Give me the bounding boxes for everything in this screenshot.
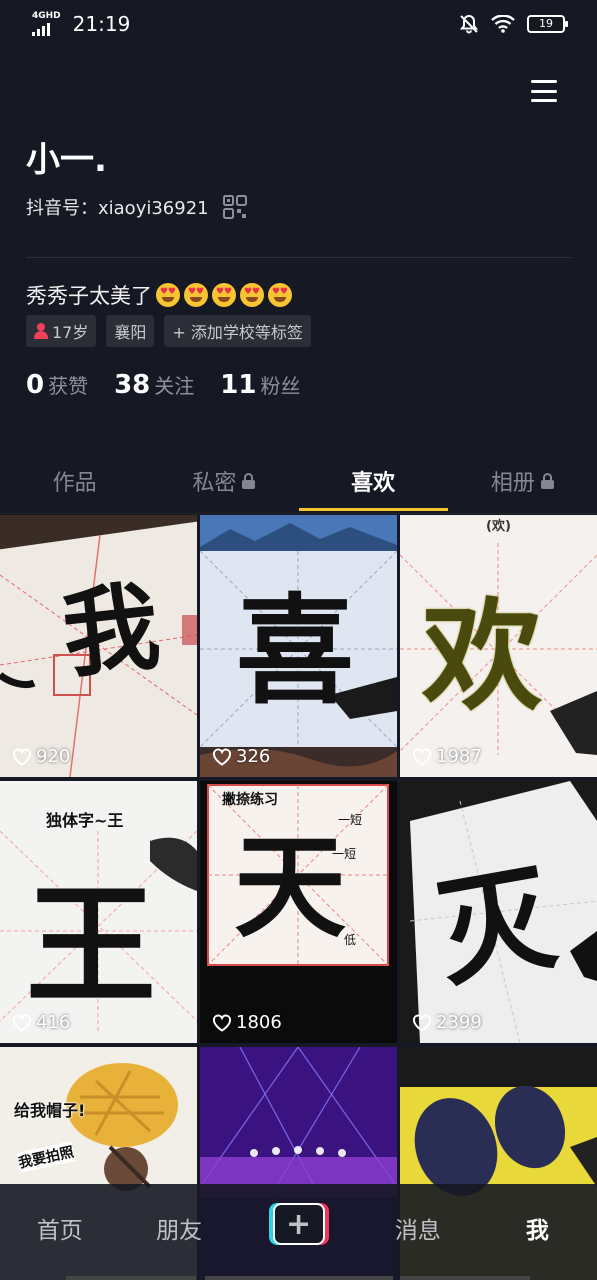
age-label: 17岁 [52, 323, 89, 342]
calligraphy-character: 天 [234, 822, 346, 953]
status-bar: 4GHD 21:19 19 [0, 0, 597, 48]
divider [26, 257, 572, 258]
tab-private[interactable]: 私密 [149, 448, 298, 513]
heart-eyes-emoji-icon [240, 283, 264, 307]
likes-count: 1987 [436, 746, 482, 767]
nav-me[interactable]: 我 [478, 1211, 597, 1253]
profile-stats: 0 获赞 38 关注 11 粉丝 [26, 370, 300, 400]
heart-icon [13, 748, 31, 766]
likes-count: 1806 [236, 1012, 282, 1033]
tab-album-label: 相册 [490, 470, 535, 496]
bell-off-icon [459, 14, 479, 34]
tab-private-label: 私密 [192, 470, 237, 496]
profile-tags: 17岁 襄阳 + 添加学校等标签 [26, 315, 311, 347]
video-thumbnail[interactable]: 灭 2399 [400, 781, 597, 1043]
heart-icon [13, 1014, 31, 1032]
calligraphy-character: 我 [57, 569, 165, 692]
status-time: 21:19 [72, 12, 131, 36]
video-thumbnail[interactable]: 独体字~王 王 416 [0, 781, 197, 1043]
tab-album[interactable]: 相册 [448, 448, 597, 513]
bio-text: 秀秀子太美了 [26, 284, 152, 308]
video-likes: 2399 [412, 1012, 482, 1033]
heart-icon [213, 1014, 231, 1032]
following-count: 38 [114, 370, 151, 400]
battery-icon: 19 [527, 15, 568, 33]
nav-home[interactable]: 首页 [0, 1211, 119, 1253]
video-likes: 1806 [212, 1012, 282, 1033]
heart-eyes-emoji-icon [268, 283, 292, 307]
heart-eyes-emoji-icon [184, 283, 208, 307]
likes-count: 2399 [436, 1012, 482, 1033]
heart-eyes-emoji-icon [212, 283, 236, 307]
tab-liked[interactable]: 喜欢 [298, 448, 449, 513]
gesture-bar [205, 1276, 393, 1280]
add-school-label: + 添加学校等标签 [172, 323, 303, 342]
heart-icon [413, 748, 431, 766]
video-thumbnail[interactable]: 撇捺练习 一短 一短 低 天 1806 [200, 781, 397, 1043]
lock-icon [242, 472, 256, 489]
gesture-bar [66, 1276, 196, 1280]
network-type: 4GHD [32, 11, 61, 21]
nav-home-label: 首页 [36, 1218, 83, 1244]
plus-glyph: + [272, 1203, 325, 1245]
video-thumbnail[interactable]: (欢) 欢 1987 [400, 515, 597, 777]
calligraphy-character: 喜 [236, 581, 355, 720]
menu-icon[interactable] [530, 78, 558, 104]
profile-name: 小一. [26, 140, 107, 180]
nav-friends-label: 朋友 [156, 1218, 203, 1244]
video-likes: 326 [212, 746, 270, 767]
nav-me-label: 我 [525, 1218, 549, 1244]
heart-icon [413, 1014, 431, 1032]
video-likes: 920 [12, 746, 70, 767]
female-person-icon [34, 323, 48, 339]
video-thumbnail[interactable]: 我 920 [0, 515, 197, 777]
following-stat[interactable]: 38 关注 [114, 370, 194, 400]
likes-count: 0 [26, 370, 45, 400]
video-thumbnail[interactable]: 喜 326 [200, 515, 397, 777]
douyin-id-row: 抖音号：xiaoyi36921 [26, 194, 247, 220]
thumbnail-caption: 独体字~王 [46, 811, 124, 830]
tab-works[interactable]: 作品 [0, 448, 149, 513]
battery-level: 19 [539, 17, 553, 30]
bottom-nav: 首页 朋友 + 消息 我 [0, 1184, 597, 1280]
tab-liked-label: 喜欢 [351, 470, 396, 496]
add-school-tag-button[interactable]: + 添加学校等标签 [164, 315, 311, 347]
followers-count: 11 [220, 370, 257, 400]
likes-count: 920 [36, 746, 71, 767]
followers-stat[interactable]: 11 粉丝 [220, 370, 300, 400]
city-label: 襄阳 [114, 323, 147, 342]
likes-label: 获赞 [48, 374, 89, 398]
following-label: 关注 [154, 374, 195, 398]
age-tag: 17岁 [26, 315, 97, 347]
gesture-bar [400, 1276, 530, 1280]
thumbnail-caption: 给我帽子! [14, 1101, 86, 1120]
nav-messages[interactable]: 消息 [358, 1211, 477, 1253]
nav-messages-label: 消息 [394, 1218, 441, 1244]
likes-count: 326 [236, 746, 271, 767]
video-likes: 1987 [412, 746, 482, 767]
nav-friends[interactable]: 朋友 [119, 1211, 238, 1253]
video-likes: 416 [12, 1012, 70, 1033]
profile-tabs: 作品 私密 喜欢 相册 [0, 448, 597, 514]
qr-code-icon[interactable] [222, 195, 247, 219]
heart-icon [213, 748, 231, 766]
signal-icon: 4GHD [32, 12, 61, 36]
wifi-icon [491, 15, 515, 33]
calligraphy-character: 王 [26, 869, 157, 1022]
bio: 秀秀子太美了 [26, 280, 292, 310]
city-tag: 襄阳 [106, 315, 155, 347]
tab-works-label: 作品 [52, 470, 97, 496]
heart-eyes-emoji-icon [156, 283, 180, 307]
followers-label: 粉丝 [260, 374, 301, 398]
nav-create[interactable]: + [239, 1203, 358, 1261]
calligraphy-character: 欢 [422, 586, 542, 727]
lock-icon [540, 472, 554, 489]
plus-icon: + [268, 1203, 329, 1245]
douyin-id: 抖音号：xiaoyi36921 [26, 198, 209, 219]
likes-count: 416 [36, 1012, 71, 1033]
likes-stat[interactable]: 0 获赞 [26, 370, 88, 400]
thumbnail-caption: (欢) [486, 519, 511, 534]
